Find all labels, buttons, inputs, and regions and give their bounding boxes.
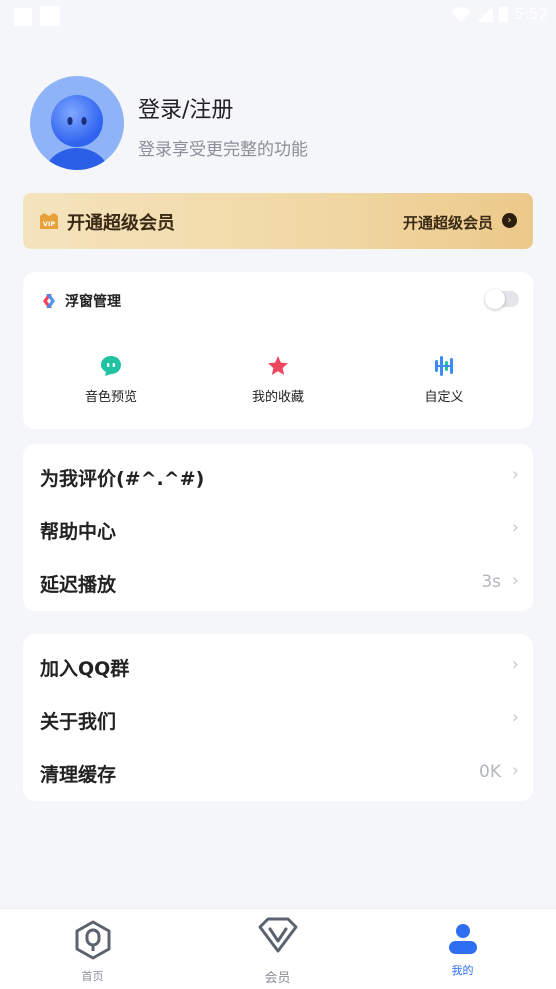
vip-open-link[interactable]: 开通超级会员 [403,212,493,233]
tab-mine-label: 我的 [451,964,474,977]
float-window-toggle[interactable] [485,289,519,309]
vip-title: 开通超级会员 [67,213,175,234]
signal-icon [477,6,494,22]
tab-home-label: 首页 [81,970,104,983]
battery-icon [499,6,509,22]
row-label: 延迟播放 [40,574,117,596]
list-item-join-qq-group[interactable]: 加入QQ群 › [23,639,533,692]
star-icon [268,356,288,375]
notification-icon [40,6,60,26]
login-subtitle: 登录享受更完整的功能 [138,140,308,160]
row-label: 为我评价(#^.^#) [40,468,205,490]
settings-group-1: 为我评价(#^.^#) › 帮助中心 › 延迟播放 3s › [23,444,533,611]
notification-icon [14,8,32,26]
home-icon [75,920,110,960]
float-window-title: 浮窗管理 [65,294,121,310]
settings-group-2: 加入QQ群 › 关于我们 › 清理缓存 0K › [23,634,533,801]
chat-bubble-icon [101,356,121,376]
tab-mine[interactable]: 我的 [370,909,555,989]
vip-diamond-icon [258,917,297,953]
row-label: 加入QQ群 [40,658,130,680]
toggle-knob [485,289,505,309]
avatar-figure-icon [45,95,109,170]
list-item-rate-us[interactable]: 为我评价(#^.^#) › [23,449,533,502]
my-favorites-label: 我的收藏 [251,390,304,405]
chevron-right-icon: › [511,517,519,538]
chevron-right-icon: › [511,570,519,591]
wifi-icon [451,6,472,22]
float-window-icon [43,294,55,308]
chevron-right-icon: › [511,760,519,781]
waveform-icon [435,356,453,376]
voice-preview-button[interactable]: 音色预览 [51,354,171,405]
row-label: 帮助中心 [40,521,117,543]
chevron-right-icon: › [511,464,519,485]
custom-button[interactable]: 自定义 [384,354,504,405]
status-time: 5:52 [514,5,548,23]
row-value: 3s [481,572,501,592]
tab-vip-label: 会员 [264,971,291,986]
list-item-clear-cache[interactable]: 清理缓存 0K › [23,745,533,798]
arrow-right-icon[interactable]: › [502,213,517,228]
bottom-tab-bar: 首页 会员 我的 [0,908,556,989]
user-icon [448,924,477,954]
list-item-about-us[interactable]: 关于我们 › [23,692,533,745]
vip-banner[interactable]: VIP 开通超级会员 开通超级会员 › [23,193,533,249]
list-item-help-center[interactable]: 帮助中心 › [23,502,533,555]
row-label: 关于我们 [40,711,117,733]
custom-label: 自定义 [424,390,464,405]
status-indicators: 5:52 [451,5,548,23]
voice-preview-label: 音色预览 [84,390,137,405]
row-label: 清理缓存 [40,764,117,786]
login-register-link[interactable]: 登录/注册 [138,92,233,124]
float-window-card: 浮窗管理 音色预览 我的收藏 自定义 [23,272,533,429]
row-value: 0K [479,762,501,782]
list-item-delay-playback[interactable]: 延迟播放 3s › [23,555,533,608]
my-favorites-button[interactable]: 我的收藏 [218,354,338,405]
vip-badge-text: VIP [43,220,55,228]
chevron-right-icon: › [511,654,519,675]
vip-badge-icon: VIP [40,213,58,229]
tab-vip[interactable]: 会员 [185,909,370,989]
avatar[interactable] [30,76,124,170]
status-bar: 5:52 [0,0,556,32]
chevron-right-icon: › [511,707,519,728]
tab-home[interactable]: 首页 [0,909,185,989]
